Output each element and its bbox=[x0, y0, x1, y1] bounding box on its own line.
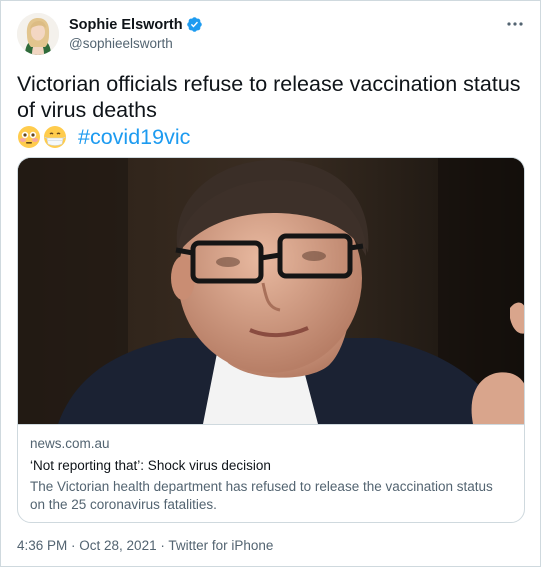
card-domain: news.com.au bbox=[30, 436, 110, 451]
emoji-hashtag-row: #covid19vic bbox=[17, 123, 522, 151]
user-names: Sophie Elsworth @sophieelsworth bbox=[69, 15, 203, 51]
card-image bbox=[18, 158, 524, 424]
face-with-medical-mask-emoji-icon bbox=[43, 125, 67, 149]
more-options-icon[interactable] bbox=[502, 13, 528, 35]
card-title: ‘Not reporting that’: Shock virus decisi… bbox=[30, 458, 271, 473]
tweet-header: Sophie Elsworth @sophieelsworth bbox=[17, 13, 524, 61]
link-preview-card[interactable]: news.com.au ‘Not reporting that’: Shock … bbox=[17, 157, 525, 523]
display-name-row: Sophie Elsworth bbox=[69, 15, 203, 34]
tweet-text-line: of virus deaths bbox=[17, 98, 157, 122]
tweet-text-line: Victorian officials refuse to release va… bbox=[17, 72, 521, 96]
tweet-text: Victorian officials refuse to release va… bbox=[17, 71, 522, 151]
display-name[interactable]: Sophie Elsworth bbox=[69, 17, 183, 33]
tweet-time[interactable]: 4:36 PM bbox=[17, 538, 67, 553]
avatar[interactable] bbox=[17, 13, 59, 55]
avatar-image bbox=[17, 13, 59, 55]
card-description-line: The Victorian health department has refu… bbox=[30, 479, 493, 494]
tweet-meta: 4:36 PM · Oct 28, 2021 · Twitter for iPh… bbox=[17, 538, 273, 553]
flushed-face-emoji-icon bbox=[17, 125, 41, 149]
tweet-date[interactable]: Oct 28, 2021 bbox=[79, 538, 156, 553]
card-description: The Victorian health department has refu… bbox=[30, 478, 512, 514]
user-handle[interactable]: @sophieelsworth bbox=[69, 36, 203, 51]
hashtag-link[interactable]: #covid19vic bbox=[78, 124, 190, 150]
meta-separator: · bbox=[156, 538, 169, 553]
card-body: news.com.au ‘Not reporting that’: Shock … bbox=[18, 424, 524, 522]
tweet-source[interactable]: Twitter for iPhone bbox=[168, 538, 273, 553]
verified-badge-icon bbox=[186, 16, 203, 33]
tweet: Sophie Elsworth @sophieelsworth Victoria… bbox=[0, 0, 541, 567]
card-description-line: on the 25 coronavirus fatalities. bbox=[30, 497, 217, 512]
meta-separator: · bbox=[67, 538, 80, 553]
